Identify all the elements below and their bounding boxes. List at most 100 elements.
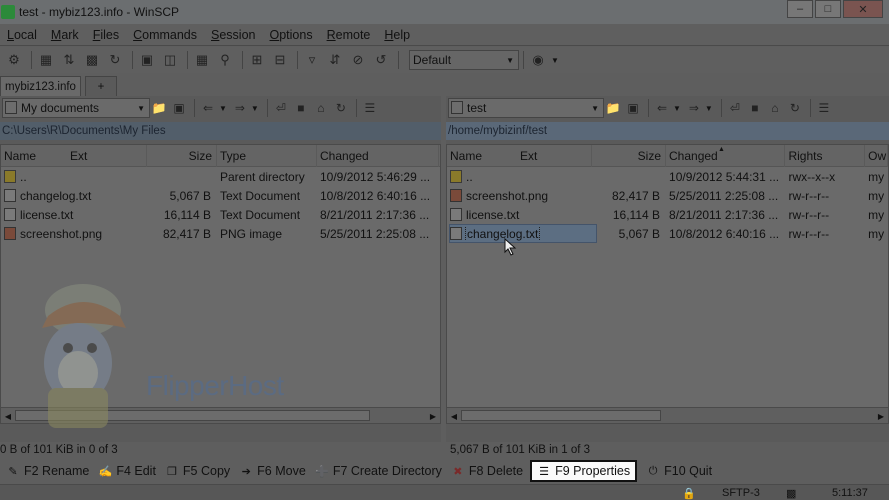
column-name[interactable]: Name Ext (1, 145, 147, 167)
menu-mark[interactable]: Mark (44, 28, 86, 42)
transfer-globe-icon[interactable]: ◉ (528, 50, 548, 70)
fkey-f6[interactable]: ➔ F6 Move (239, 464, 306, 478)
menu-local[interactable]: Local (0, 28, 44, 42)
column-changed[interactable]: Changed ▲ (666, 145, 786, 167)
menu-options[interactable]: Options (263, 28, 320, 42)
filter-icon[interactable]: ▣ (624, 98, 642, 118)
select-minus-icon[interactable]: ⊟ (270, 50, 290, 70)
menu-remote[interactable]: Remote (320, 28, 378, 42)
back-arrow-icon[interactable]: ⇐ (199, 98, 217, 118)
table-row[interactable]: screenshot.png 82,417 B PNG image 5/25/2011… (1, 224, 440, 243)
menu-help[interactable]: Help (377, 28, 417, 42)
file-rights: rwx--x--x (788, 169, 836, 184)
properties-icon: ☰ (539, 465, 550, 478)
remote-horizontal-scrollbar[interactable]: ◀ ▶ (447, 407, 888, 423)
close-button[interactable]: ✕ (843, 0, 883, 18)
refresh-icon[interactable]: ↻ (786, 98, 804, 118)
console-icon[interactable]: ▩ (82, 50, 102, 70)
connection-icon: ▩ (786, 488, 797, 500)
table-row[interactable]: license.txt 16,114 B 8/21/2011 2:17:36 ...… (447, 205, 888, 224)
synchronize-icon[interactable]: ⇅ (59, 50, 79, 70)
chevron-down-icon: ▼ (137, 103, 145, 113)
select-plus-icon[interactable]: ⊞ (247, 50, 267, 70)
file-name: changelog.txt (464, 226, 541, 241)
forward-arrow-icon[interactable]: ⇒ (685, 98, 703, 118)
folder-icon (451, 101, 463, 114)
menu-bar: Local Mark Files Commands Session Options Remo… (0, 24, 889, 46)
filter-icon[interactable]: ▣ (170, 98, 188, 118)
scroll-right-icon[interactable]: ▶ (426, 408, 440, 424)
column-size[interactable]: Size (592, 145, 667, 167)
tab-session[interactable]: mybiz123.info (0, 76, 81, 96)
terminal-icon[interactable]: ▣ (137, 50, 157, 70)
column-type[interactable]: Type (217, 145, 317, 167)
table-row[interactable]: screenshot.png 82,417 B 5/25/2011 2:25:08 … (447, 186, 888, 205)
home-icon[interactable]: ⌂ (766, 98, 784, 118)
main-toolbar: ⚙ ▦ ⇅ ▩ ↻ ▣ ◫ ▦ ⚲ ⊞ ⊟ ▿ ⇵ ⊘ ↺ Default ▼ ◉… (0, 47, 889, 73)
column-name[interactable]: Name Ext (447, 145, 593, 167)
file-name: screenshot.png (466, 188, 549, 203)
refresh-icon[interactable]: ↻ (332, 98, 350, 118)
fkey-f4[interactable]: ✍ F4 Edit (98, 464, 155, 478)
table-row[interactable]: .. Parent directory 10/9/2012 5:46:29 ... (1, 167, 440, 186)
folder-new-icon: ➕ (314, 465, 329, 478)
fkey-f2[interactable]: ✎ F2 Rename (6, 464, 89, 478)
root-directory-icon[interactable]: ■ (746, 98, 764, 118)
forward-arrow-icon[interactable]: ⇒ (231, 98, 249, 118)
table-row[interactable]: license.txt 16,114 B Text Document 8/21/201… (1, 205, 440, 224)
column-owner[interactable]: Ow (865, 145, 889, 167)
edit-icon: ✍ (98, 465, 113, 478)
tree-view-icon[interactable]: ☰ (815, 98, 833, 118)
transfer-settings-select[interactable]: Default ▼ (409, 50, 519, 70)
filter-icon[interactable]: ▿ (302, 50, 322, 70)
refresh-settings-icon[interactable]: ↺ (371, 50, 391, 70)
fkey-f10[interactable]: ⏻ F10 Quit (646, 464, 712, 478)
column-rights[interactable]: Rights (785, 145, 866, 167)
tree-view-icon[interactable]: ☰ (361, 98, 379, 118)
local-location-select[interactable]: My documents ▼ (2, 98, 150, 118)
refresh-icon[interactable]: ↻ (105, 50, 125, 70)
find-files-icon[interactable]: ⚲ (215, 50, 235, 70)
root-directory-icon[interactable]: ■ (292, 98, 310, 118)
sort-icon[interactable]: ⇵ (325, 50, 345, 70)
local-status: 0 B of 101 KiB in 0 of 3 (0, 444, 118, 456)
fkey-f9[interactable]: ☰ F9 Properties (530, 460, 638, 482)
column-size[interactable]: Size (147, 145, 217, 167)
open-folder-icon[interactable]: 📁 (604, 98, 622, 118)
menu-session[interactable]: Session (204, 28, 262, 42)
menu-files[interactable]: Files (86, 28, 126, 42)
open-folder-icon[interactable]: 📁 (150, 98, 168, 118)
chevron-down-icon[interactable]: ▼ (551, 56, 563, 65)
chevron-down-icon: ▼ (591, 103, 599, 113)
parent-directory-icon[interactable]: ⏎ (272, 98, 290, 118)
table-row[interactable]: changelog.txt 5,067 B Text Document 10/8/20… (1, 186, 440, 205)
chevron-down-icon: ▼ (506, 55, 514, 65)
scroll-thumb[interactable] (461, 410, 661, 421)
table-row[interactable]: .. 10/9/2012 5:44:31 ... rwx--x--x my (447, 167, 888, 186)
preferences-gear-icon[interactable]: ⚙ (4, 50, 24, 70)
file-name: license.txt (20, 207, 74, 222)
back-arrow-icon[interactable]: ⇐ (653, 98, 671, 118)
fkey-f8[interactable]: ✖ F8 Delete (451, 464, 523, 478)
move-icon: ➔ (241, 465, 251, 478)
fkey-f7[interactable]: ➕ F7 Create Directory (315, 464, 442, 478)
new-session-tab[interactable]: + (84, 76, 117, 96)
column-changed[interactable]: Changed (317, 145, 439, 167)
remote-location-select[interactable]: test ▼ (448, 98, 604, 118)
home-icon[interactable]: ⌂ (312, 98, 330, 118)
compare-directories-icon[interactable]: ▦ (36, 50, 56, 70)
remote-file-list[interactable]: Name Ext Size Changed ▲ Rights Ow .. 10/9/2… (446, 144, 889, 424)
file-size: 82,417 B (162, 226, 211, 241)
putty-icon[interactable]: ◫ (160, 50, 180, 70)
sort-ascending-icon: ▲ (718, 146, 725, 153)
maximize-button[interactable]: □ (815, 0, 841, 18)
minimize-button[interactable]: – (787, 0, 813, 18)
menu-commands[interactable]: Commands (126, 28, 204, 42)
queue-icon[interactable]: ▦ (192, 50, 212, 70)
no-icon[interactable]: ⊘ (348, 50, 368, 70)
scroll-left-icon[interactable]: ◀ (447, 408, 461, 424)
parent-directory-icon[interactable]: ⏎ (726, 98, 744, 118)
file-name: .. (20, 169, 27, 184)
scroll-right-icon[interactable]: ▶ (874, 408, 888, 424)
fkey-f5[interactable]: ❐ F5 Copy (165, 464, 230, 478)
